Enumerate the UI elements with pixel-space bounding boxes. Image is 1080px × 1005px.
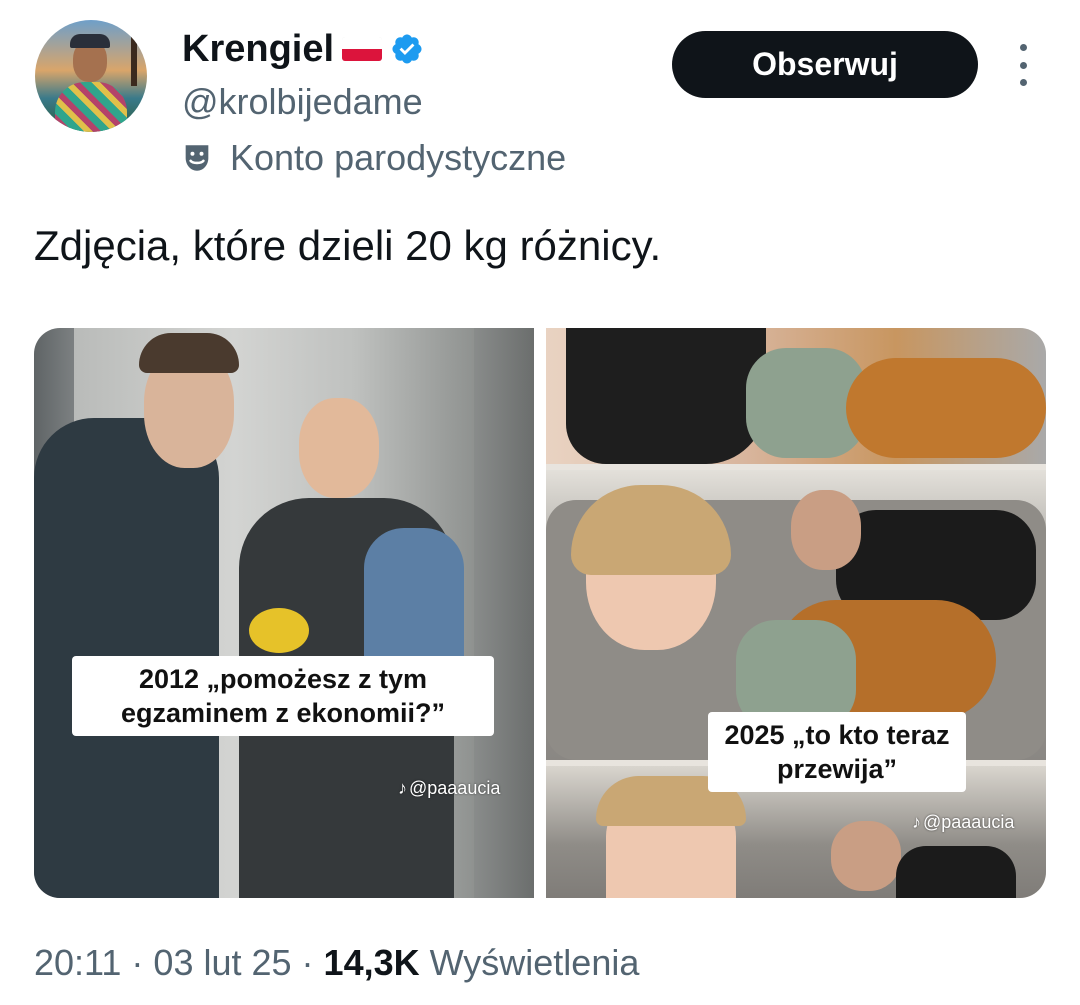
meta-separator: · — [301, 942, 314, 983]
follow-button[interactable]: Obserwuj — [672, 31, 978, 98]
parody-account-label: Konto parodystyczne — [180, 136, 566, 180]
meta-separator: · — [131, 942, 144, 983]
views-count: 14,3K — [323, 942, 420, 983]
parody-label-text: Konto parodystyczne — [230, 137, 567, 178]
author-avatar[interactable] — [35, 20, 147, 132]
author-display-name[interactable]: Krengiel — [182, 26, 334, 72]
person-man-hair — [139, 333, 239, 373]
right-watermark-text: @paaaucia — [923, 812, 1015, 832]
avatar-bg-palm — [131, 26, 137, 86]
right-watermark: ♪ @paaaucia — [912, 812, 1014, 833]
woman-top — [566, 328, 766, 464]
tiktok-icon: ♪ — [912, 812, 921, 832]
poland-flag-icon — [342, 37, 383, 61]
dog — [846, 358, 1046, 458]
man-shirt-bottom — [896, 846, 1016, 898]
right-caption-line1: 2025 „to kto teraz — [724, 720, 950, 750]
tweet-meta: 20:11 · 03 lut 25 · 14,3K Wyświetlenia — [34, 938, 639, 988]
left-caption-line2: egzaminem z ekonomii?” — [120, 698, 446, 728]
author-handle[interactable]: @krolbijedame — [182, 80, 423, 124]
left-caption: 2012 „pomożesz z tym egzaminem z ekonomi… — [72, 656, 494, 736]
right-caption: 2025 „to kto teraz przewija” — [708, 712, 966, 792]
views-label: Wyświetlenia — [429, 942, 640, 983]
author-name-row[interactable]: Krengiel — [182, 26, 424, 72]
woman-hair — [571, 485, 731, 575]
tweet-media-grid[interactable]: 2012 „pomożesz z tym egzaminem z ekonomi… — [34, 328, 1046, 898]
tweet-time[interactable]: 20:11 — [34, 938, 121, 988]
theater-masks-icon — [185, 145, 209, 171]
avatar-cap — [70, 34, 110, 48]
verified-badge-icon — [392, 34, 422, 64]
photo-panel-top — [546, 328, 1046, 464]
man-head-bottom — [831, 821, 901, 891]
banana — [249, 608, 309, 653]
man-head — [791, 490, 861, 570]
left-caption-line1: 2012 „pomożesz z tym — [138, 664, 428, 694]
left-watermark: ♪ @paaaucia — [398, 778, 500, 799]
right-caption-line2: przewija” — [776, 754, 898, 784]
tiktok-icon: ♪ — [398, 778, 407, 798]
media-photo-right[interactable]: 2025 „to kto teraz przewija” ♪ @paaaucia — [546, 328, 1046, 898]
avatar-shirt — [55, 82, 127, 132]
left-watermark-text: @paaaucia — [409, 778, 501, 798]
tweet-text: Zdjęcia, które dzieli 20 kg różnicy. — [34, 222, 662, 269]
more-vertical-icon[interactable] — [1008, 44, 1038, 86]
person-woman-head — [299, 398, 379, 498]
tweet-date[interactable]: 03 lut 25 — [153, 938, 291, 988]
media-photo-left[interactable]: 2012 „pomożesz z tym egzaminem z ekonomi… — [34, 328, 534, 898]
